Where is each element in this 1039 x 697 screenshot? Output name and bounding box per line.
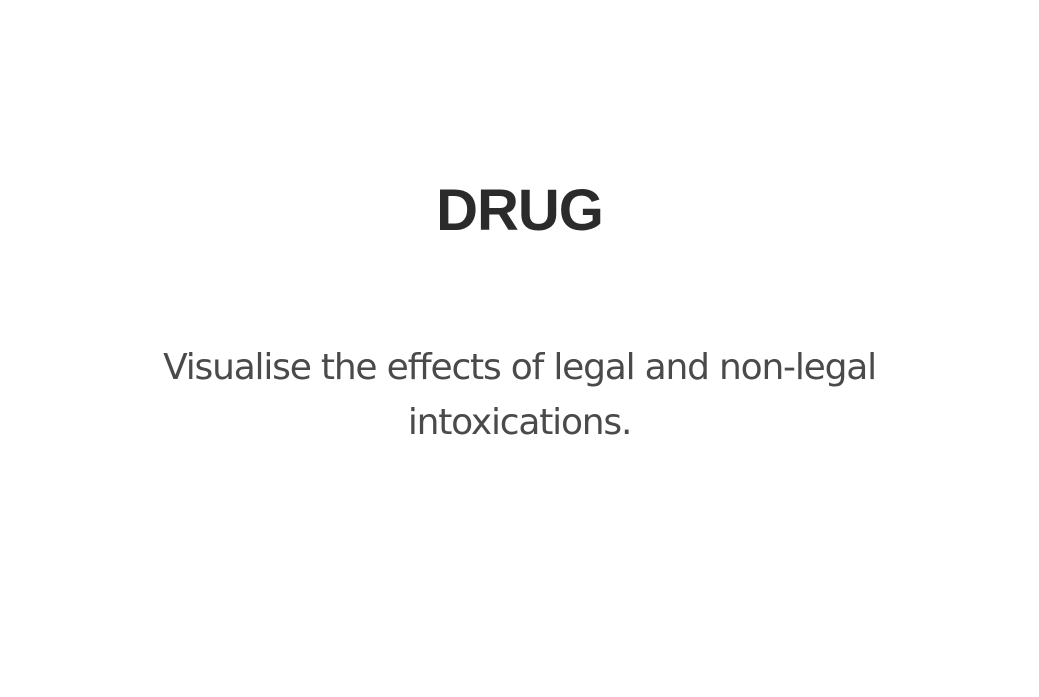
page-title: DRUG (436, 178, 604, 243)
page: DRUG Visualise the effects of legal and … (0, 0, 1039, 697)
page-description: Visualise the effects of legal and non-l… (163, 347, 877, 443)
